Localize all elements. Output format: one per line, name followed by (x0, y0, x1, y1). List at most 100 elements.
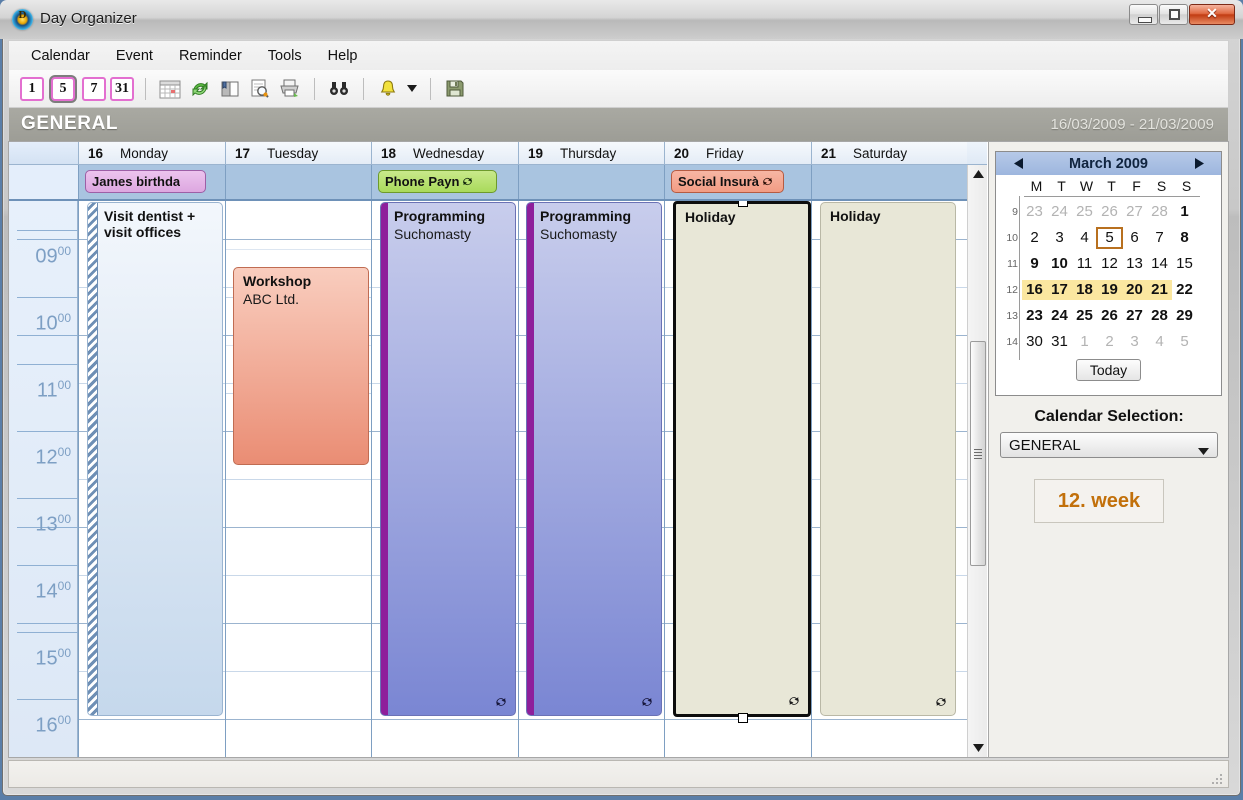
print-preview-icon[interactable] (247, 76, 273, 102)
resize-grip-icon[interactable] (1212, 772, 1224, 784)
mini-calendar-day[interactable]: 17 (1047, 280, 1072, 300)
reminder-dropdown-caret-icon[interactable] (405, 77, 419, 101)
event-title: Visit dentist + (104, 208, 196, 224)
mini-calendar-day[interactable]: 26 (1097, 306, 1122, 326)
mini-calendar: March 2009 M T W T F S S 9 23 24 25 26 2… (995, 151, 1222, 396)
mini-calendar-day[interactable]: 24 (1047, 306, 1072, 326)
all-day-event-james-birthday[interactable]: James birthda (85, 170, 206, 193)
refresh-icon[interactable] (187, 76, 213, 102)
mini-calendar-day[interactable]: 2 (1022, 228, 1047, 248)
event-visit-dentist[interactable]: Visit dentist + visit offices (87, 202, 223, 716)
mini-calendar-day[interactable]: 10 (1047, 254, 1072, 274)
mini-calendar-day[interactable]: 31 (1047, 332, 1072, 352)
menu-help[interactable]: Help (316, 45, 370, 67)
find-icon[interactable] (326, 76, 352, 102)
month-view-button[interactable]: 31 (110, 76, 134, 101)
prev-month-button[interactable] (1010, 155, 1026, 171)
mini-calendar-day[interactable]: 18 (1072, 280, 1097, 300)
mini-calendar-day[interactable]: 24 (1047, 202, 1072, 222)
day-header-wednesday[interactable]: 18 Wednesday (371, 142, 518, 164)
mini-calendar-day[interactable]: 28 (1147, 202, 1172, 222)
maximize-button[interactable] (1159, 4, 1188, 25)
menu-calendar[interactable]: Calendar (19, 45, 102, 67)
scroll-up-icon[interactable] (968, 165, 987, 183)
mini-calendar-day[interactable]: 7 (1147, 228, 1172, 248)
mini-calendar-day[interactable]: 11 (1072, 254, 1097, 274)
all-day-cell-monday[interactable]: James birthda (78, 165, 225, 199)
mini-calendar-day[interactable]: 6 (1122, 228, 1147, 248)
scrollbar-thumb[interactable] (970, 341, 986, 566)
menu-tools[interactable]: Tools (256, 45, 314, 67)
day-view-button[interactable]: 1 (20, 76, 44, 101)
day-header-thursday[interactable]: 19 Thursday (518, 142, 664, 164)
mini-calendar-day[interactable]: 26 (1097, 202, 1122, 222)
all-day-event-social-insurance[interactable]: Social Insurà (671, 170, 784, 193)
mini-calendar-day[interactable]: 4 (1147, 332, 1172, 352)
mini-calendar-day[interactable]: 25 (1072, 202, 1097, 222)
all-day-cell-saturday[interactable] (811, 165, 967, 199)
print-icon[interactable] (277, 76, 303, 102)
calendar-vertical-scrollbar[interactable] (967, 165, 987, 757)
next-month-button[interactable] (1191, 155, 1207, 171)
mini-calendar-day[interactable]: 4 (1072, 228, 1097, 248)
mini-calendar-day[interactable]: 9 (1022, 254, 1047, 274)
menu-event[interactable]: Event (104, 45, 165, 67)
mini-calendar-day[interactable]: 13 (1122, 254, 1147, 274)
mini-calendar-day[interactable]: 25 (1072, 306, 1097, 326)
reminder-bell-icon[interactable] (375, 76, 401, 102)
event-programming-thursday[interactable]: Programming Suchomasty (526, 202, 662, 716)
mini-calendar-day[interactable]: 1 (1072, 332, 1097, 352)
mini-calendar-day[interactable]: 1 (1172, 202, 1197, 222)
event-workshop[interactable]: Workshop ABC Ltd. (233, 267, 369, 465)
calendar-selection-dropdown[interactable]: GENERAL (1000, 432, 1218, 458)
close-button[interactable]: ✕ (1189, 4, 1235, 25)
event-holiday-saturday[interactable]: Holiday (820, 202, 956, 716)
event-programming-wednesday[interactable]: Programming Suchomasty (380, 202, 516, 716)
menu-reminder[interactable]: Reminder (167, 45, 254, 67)
mini-calendar-day[interactable]: 28 (1147, 306, 1172, 326)
day-header-tuesday[interactable]: 17 Tuesday (225, 142, 371, 164)
mini-calendar-day[interactable]: 23 (1022, 202, 1047, 222)
all-day-cell-tuesday[interactable] (225, 165, 371, 199)
event-resize-handle-top[interactable] (738, 201, 748, 207)
all-day-cell-wednesday[interactable]: Phone Payn (371, 165, 518, 199)
mini-calendar-day[interactable]: 3 (1122, 332, 1147, 352)
mini-calendar-day[interactable]: 3 (1047, 228, 1072, 248)
all-day-cell-thursday[interactable] (518, 165, 664, 199)
mini-calendar-day[interactable]: 23 (1022, 306, 1047, 326)
mini-calendar-day[interactable]: 8 (1172, 228, 1197, 248)
day-header-friday[interactable]: 20 Friday (664, 142, 811, 164)
calendar-grid-icon[interactable] (157, 76, 183, 102)
day-header-saturday[interactable]: 21 Saturday (811, 142, 967, 164)
mini-calendar-day[interactable]: 12 (1097, 254, 1122, 274)
all-day-cell-friday[interactable]: Social Insurà (664, 165, 811, 199)
mini-calendar-day[interactable]: 5 (1172, 332, 1197, 352)
workweek-view-button[interactable]: 5 (51, 76, 75, 101)
scroll-down-icon[interactable] (968, 739, 987, 757)
toolbar: 1 5 7 31 (8, 70, 1229, 108)
mini-calendar-day[interactable]: 21 (1147, 280, 1172, 300)
mini-calendar-day[interactable]: 29 (1172, 306, 1197, 326)
mini-calendar-day[interactable]: 27 (1122, 306, 1147, 326)
mini-calendar-day[interactable]: 19 (1097, 280, 1122, 300)
event-resize-handle-bottom[interactable] (738, 713, 748, 723)
mini-calendar-day[interactable]: 30 (1022, 332, 1047, 352)
address-book-icon[interactable] (217, 76, 243, 102)
mini-calendar-day[interactable]: 5 (1096, 227, 1123, 249)
today-button[interactable]: Today (1075, 359, 1142, 381)
minimize-button[interactable] (1129, 4, 1158, 25)
save-icon[interactable] (442, 76, 468, 102)
week-view-button[interactable]: 7 (82, 76, 106, 101)
time-tick-09 (17, 239, 78, 240)
event-holiday-friday[interactable]: Holiday (673, 201, 811, 717)
mini-calendar-day[interactable]: 22 (1172, 280, 1197, 300)
mini-calendar-day[interactable]: 16 (1022, 280, 1047, 300)
mini-calendar-day[interactable]: 14 (1147, 254, 1172, 274)
all-day-event-phone-payment[interactable]: Phone Payn (378, 170, 497, 193)
mini-calendar-day[interactable]: 20 (1122, 280, 1147, 300)
day-header-monday[interactable]: 16 Monday (78, 142, 225, 164)
day-number: 17 (235, 145, 251, 161)
mini-calendar-day[interactable]: 27 (1122, 202, 1147, 222)
mini-calendar-day[interactable]: 15 (1172, 254, 1197, 274)
mini-calendar-day[interactable]: 2 (1097, 332, 1122, 352)
